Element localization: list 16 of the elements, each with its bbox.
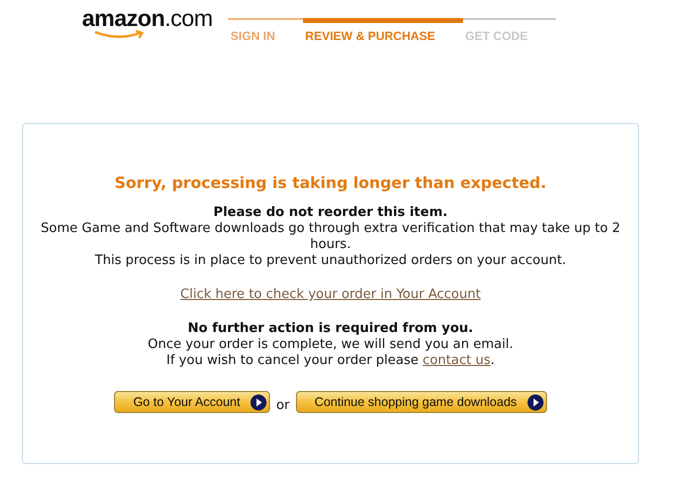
account-button[interactable]: Go to Your Account [114,391,270,413]
step-label: SIGN IN [229,28,276,43]
message-heading: Sorry, processing is taking longer than expected. [114,174,546,192]
smile-arrow-icon [94,30,146,40]
continue-shopping-button[interactable]: Continue shopping game downloads [296,391,547,413]
action-text: Once your order is complete, we will send you an email. [148,337,514,353]
notice-title: Please do not reorder this item. [213,205,448,221]
or-text: or [276,398,290,413]
notice-text: This process is in place to prevent unauthorized orders on your account. [94,253,566,269]
logo: amazon.com [82,6,212,30]
cancel-text: If you wish to cancel your order please contact us. [166,353,495,369]
action-title: No further action is required from you. [188,321,474,337]
step-label: REVIEW & PURCHASE [304,28,436,43]
contact-link[interactable]: contact us [422,353,490,368]
notice-text: Some Game and Software downloads go through extra verification that may take up to 2 hours. [40,221,622,253]
account-link[interactable]: Click here to check your order in Your Account [180,287,481,303]
